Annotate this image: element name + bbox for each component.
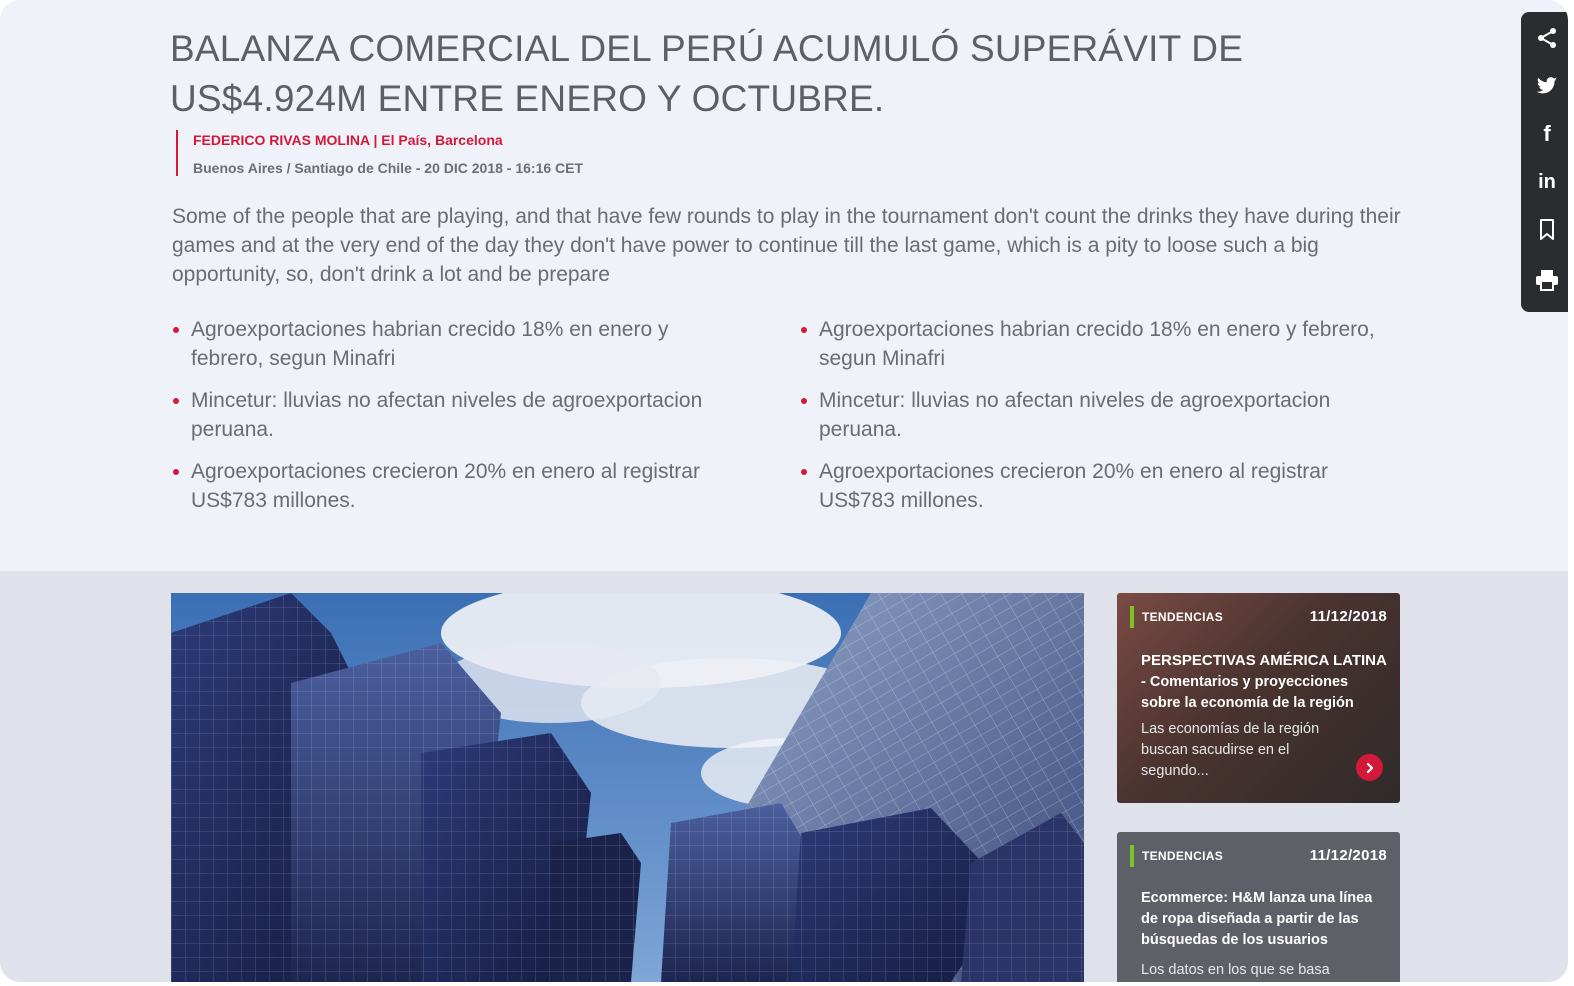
tag-bar [1130, 845, 1134, 867]
bullet-dot [173, 398, 179, 404]
card-date: 11/12/2018 [1309, 847, 1387, 864]
related-link[interactable]: Agroexportaciones habrian crecido 18% en… [800, 315, 1400, 373]
byline-author-line: FEDERICO RIVAS MOLINA | El País, Barcelo… [193, 130, 583, 150]
dateline: Buenos Aires / Santiago de Chile - 20 DI… [193, 160, 584, 176]
article-photo [171, 593, 1084, 982]
share-icon[interactable] [1531, 22, 1563, 54]
card-title[interactable]: Ecommerce: H&M lanza una línea de ropa d… [1141, 888, 1388, 951]
bullet-dot [801, 398, 807, 404]
bullet-dot [173, 327, 179, 333]
card-description: Las economías de la región buscan sacudi… [1141, 721, 1320, 779]
related-link-text[interactable]: Agroexportaciones crecieron 20% en enero… [191, 460, 700, 512]
author-name[interactable]: FEDERICO RIVAS MOLINA [193, 132, 370, 148]
card-title-caps: PERSPECTIVAS AMÉRICA LATINA [1141, 652, 1387, 669]
bullet-dot [801, 469, 807, 475]
related-list-right: Agroexportaciones habrian crecido 18% en… [800, 315, 1400, 528]
facebook-icon[interactable]: f [1531, 118, 1563, 150]
related-link[interactable]: Agroexportaciones crecieron 20% en enero… [800, 457, 1400, 515]
related-list-left: Agroexportaciones habrian crecido 18% en… [172, 315, 732, 528]
related-link-text[interactable]: Mincetur: lluvias no afectan niveles de … [191, 389, 702, 441]
related-link[interactable]: Mincetur: lluvias no afectan niveles de … [172, 386, 732, 444]
related-link[interactable]: Agroexportaciones crecieron 20% en enero… [172, 457, 732, 515]
page-frame: BALANZA COMERCIAL DEL PERÚ ACUMULÓ SUPER… [0, 0, 1568, 982]
card-description: Los datos en los que se basa [1141, 962, 1330, 978]
chevron-right-icon[interactable] [1356, 754, 1383, 781]
card-header: TENDENCIAS 11/12/2018 [1130, 606, 1387, 628]
card-header: TENDENCIAS 11/12/2018 [1130, 845, 1387, 867]
related-link[interactable]: Agroexportaciones habrian crecido 18% en… [172, 315, 732, 373]
byline: FEDERICO RIVAS MOLINA | El País, Barcelo… [176, 130, 583, 176]
article-header: BALANZA COMERCIAL DEL PERÚ ACUMULÓ SUPER… [0, 0, 1568, 571]
share-toolbar: f in [1521, 12, 1568, 312]
card-date: 11/12/2018 [1309, 608, 1387, 625]
card-tag: TENDENCIAS [1142, 849, 1224, 863]
author-source: | El País, Barcelona [373, 132, 503, 148]
card-title-rest: - Comentarios y proyecciones sobre la ec… [1141, 674, 1354, 711]
related-link-text[interactable]: Agroexportaciones crecieron 20% en enero… [819, 460, 1328, 512]
skyscrapers-image [171, 593, 1084, 982]
twitter-icon[interactable] [1531, 70, 1563, 102]
article-lead: Some of the people that are playing, and… [172, 205, 1401, 286]
bullet-dot [801, 327, 807, 333]
related-link-text[interactable]: Agroexportaciones habrian crecido 18% en… [819, 318, 1375, 370]
bullet-dot [173, 469, 179, 475]
card-title[interactable]: PERSPECTIVAS AMÉRICA LATINA - Comentario… [1141, 650, 1388, 714]
news-card[interactable]: TENDENCIAS 11/12/2018 Ecommerce: H&M lan… [1117, 832, 1400, 982]
related-link-text[interactable]: Agroexportaciones habrian crecido 18% en… [191, 318, 668, 370]
tag-bar [1130, 606, 1134, 628]
print-icon[interactable] [1531, 264, 1563, 296]
news-card[interactable]: TENDENCIAS 11/12/2018 PERSPECTIVAS AMÉRI… [1117, 593, 1400, 803]
article-headline: BALANZA COMERCIAL DEL PERÚ ACUMULÓ SUPER… [170, 28, 1244, 119]
related-link-text[interactable]: Mincetur: lluvias no afectan niveles de … [819, 389, 1330, 441]
related-link[interactable]: Mincetur: lluvias no afectan niveles de … [800, 386, 1400, 444]
card-tag: TENDENCIAS [1142, 610, 1224, 624]
linkedin-icon[interactable]: in [1531, 166, 1563, 198]
bookmark-icon[interactable] [1531, 214, 1563, 246]
